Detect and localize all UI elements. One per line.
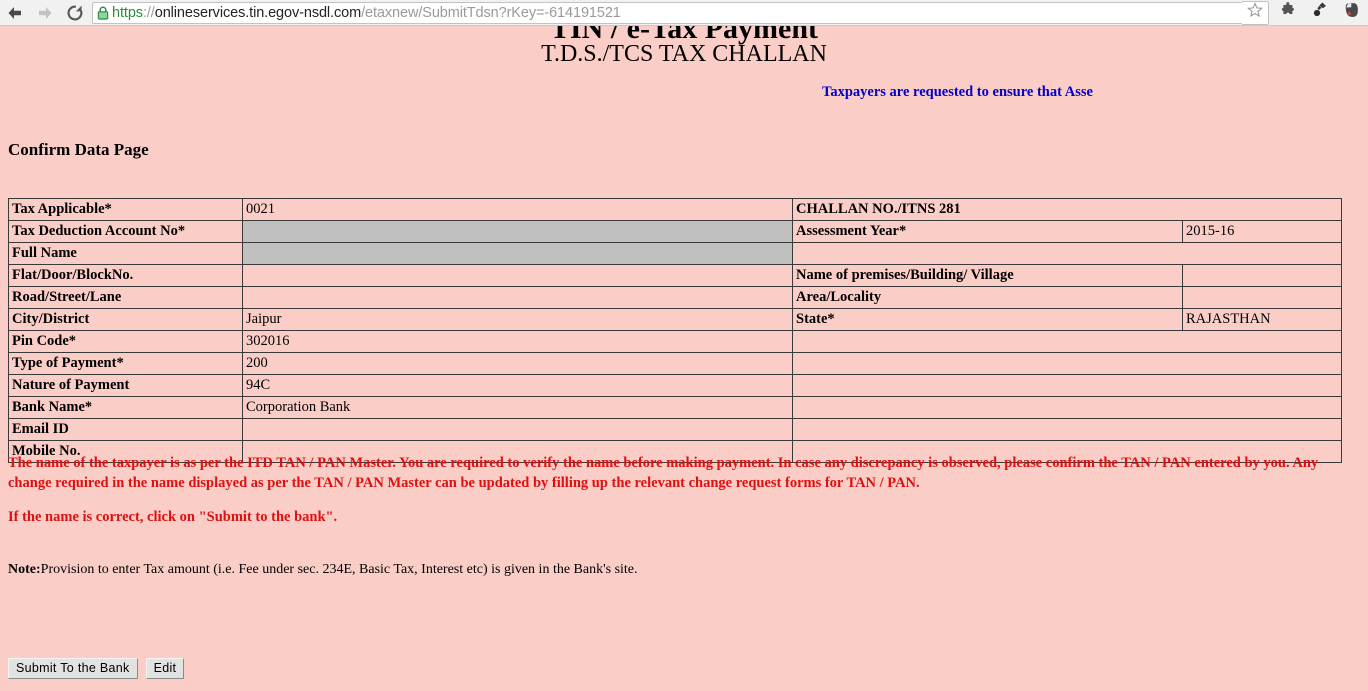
evernote-elephant-icon — [1344, 1, 1360, 24]
table-row: Type of Payment* 200 — [8, 352, 1343, 375]
row-label-tax-applicable: Tax Applicable* — [8, 198, 243, 221]
taxpayer-notice-blue: Taxpayers are requested to ensure that A… — [822, 84, 1093, 100]
star-bookmark-icon — [1247, 2, 1263, 23]
row-right-blank-6 — [791, 330, 1343, 353]
url-path: /etaxnew/SubmitTdsn?rKey=-614191521 — [361, 4, 621, 21]
submit-instruction-text: If the name is correct, click on "Submit… — [8, 509, 338, 525]
extension-puzzle-button[interactable] — [1272, 0, 1304, 26]
row-right-blank-10 — [791, 418, 1343, 441]
url-text: https://onlineservices.tin.egov-nsdl.com… — [112, 5, 621, 21]
row-right-value-area-locality — [1181, 286, 1343, 309]
table-row: Full Name — [8, 242, 1343, 265]
challan-data-table: Tax Applicable* 0021 CHALLAN NO./ITNS 28… — [8, 198, 1343, 463]
row-label-email-id: Email ID — [8, 418, 243, 441]
row-right-blank-9 — [791, 396, 1343, 419]
row-value-bank-name: Corporation Bank — [242, 396, 793, 419]
row-value-type-of-payment: 200 — [242, 352, 793, 375]
row-label-full-name: Full Name — [8, 242, 243, 265]
table-row: Road/Street/Lane Area/Locality — [8, 286, 1343, 309]
row-value-nature-of-payment: 94C — [242, 374, 793, 397]
row-value-road-street-lane — [242, 286, 793, 309]
reload-button[interactable] — [60, 0, 90, 26]
browser-chrome: https://onlineservices.tin.egov-nsdl.com… — [0, 0, 1368, 26]
url-separator: :// — [142, 4, 155, 21]
page-heading: Confirm Data Page — [8, 140, 149, 159]
tan-pan-warning-text: The name of the taxpayer is as per the I… — [8, 455, 1319, 491]
back-button[interactable] — [0, 0, 30, 26]
row-label-road-street-lane: Road/Street/Lane — [8, 286, 243, 309]
row-value-tan — [242, 220, 793, 243]
row-right-blank-2 — [791, 242, 1343, 265]
edit-button[interactable]: Edit — [145, 658, 185, 679]
forward-button[interactable] — [30, 0, 60, 26]
table-row: Bank Name* Corporation Bank — [8, 396, 1343, 419]
submit-to-bank-button[interactable]: Submit To the Bank — [8, 658, 138, 679]
row-right-value-assessment-year: 2015-16 — [1181, 220, 1343, 243]
challan-title: T.D.S./TCS TAX CHALLAN — [541, 41, 827, 67]
row-label-tan: Tax Deduction Account No* — [8, 220, 243, 243]
table-row: Tax Applicable* 0021 CHALLAN NO./ITNS 28… — [8, 198, 1343, 221]
row-right-label-area-locality: Area/Locality — [792, 286, 1183, 309]
table-row: Flat/Door/BlockNo. Name of premises/Buil… — [8, 264, 1343, 287]
table-row: City/District Jaipur State* RAJASTHAN — [8, 308, 1343, 331]
row-label-pin-code: Pin Code* — [8, 330, 243, 353]
row-label-bank-name: Bank Name* — [8, 396, 243, 419]
row-right-label-state: State* — [792, 308, 1183, 331]
row-value-tax-applicable: 0021 — [242, 198, 793, 221]
address-bar[interactable]: https://onlineservices.tin.egov-nsdl.com… — [92, 1, 1243, 24]
form-button-row: Submit To the Bank Edit — [8, 658, 192, 679]
bookmark-star-button[interactable] — [1242, 0, 1269, 25]
row-right-blank-7 — [791, 352, 1343, 375]
arrow-right-icon — [36, 5, 54, 21]
table-row: Tax Deduction Account No* Assessment Yea… — [8, 220, 1343, 243]
row-right-value-state: RAJASTHAN — [1181, 308, 1343, 331]
row-right-label-premises: Name of premises/Building/ Village — [792, 264, 1183, 287]
evernote-extension-button[interactable] — [1336, 0, 1368, 26]
row-value-flat-door-block — [242, 264, 793, 287]
row-right-label-assessment-year: Assessment Year* — [792, 220, 1183, 243]
note-body: Provision to enter Tax amount (i.e. Fee … — [40, 562, 638, 577]
row-label-type-of-payment: Type of Payment* — [8, 352, 243, 375]
table-row: Pin Code* 302016 — [8, 330, 1343, 353]
row-right-blank-8 — [791, 374, 1343, 397]
lock-icon — [97, 6, 109, 20]
row-right-label-challan-no: CHALLAN NO./ITNS 281 — [791, 198, 1343, 221]
url-host: onlineservices.tin.egov-nsdl.com — [154, 4, 362, 21]
row-value-pin-code: 302016 — [242, 330, 793, 353]
reload-icon — [66, 4, 84, 22]
row-value-email-id — [242, 418, 793, 441]
puzzle-piece-extension-icon — [1280, 2, 1296, 23]
table-row: Nature of Payment 94C — [8, 374, 1343, 397]
row-value-full-name — [242, 242, 793, 265]
note-label: Note: — [8, 562, 41, 577]
arrow-left-icon — [6, 5, 24, 21]
row-label-nature-of-payment: Nature of Payment — [8, 374, 243, 397]
table-row: Email ID — [8, 418, 1343, 441]
url-scheme: https — [112, 4, 143, 21]
row-right-value-premises — [1181, 264, 1343, 287]
row-label-flat-door-block: Flat/Door/BlockNo. — [8, 264, 243, 287]
row-label-city-district: City/District — [8, 308, 243, 331]
note-text: Note:Provision to enter Tax amount (i.e.… — [8, 562, 638, 578]
challan-table-body: Tax Applicable* 0021 CHALLAN NO./ITNS 28… — [8, 198, 1343, 463]
lamp-extension-button[interactable] — [1304, 0, 1336, 26]
lamp-extension-icon — [1312, 1, 1328, 24]
page-content: TIN / e-Tax Payment T.D.S./TCS TAX CHALL… — [0, 26, 1368, 691]
row-value-city-district: Jaipur — [242, 308, 793, 331]
